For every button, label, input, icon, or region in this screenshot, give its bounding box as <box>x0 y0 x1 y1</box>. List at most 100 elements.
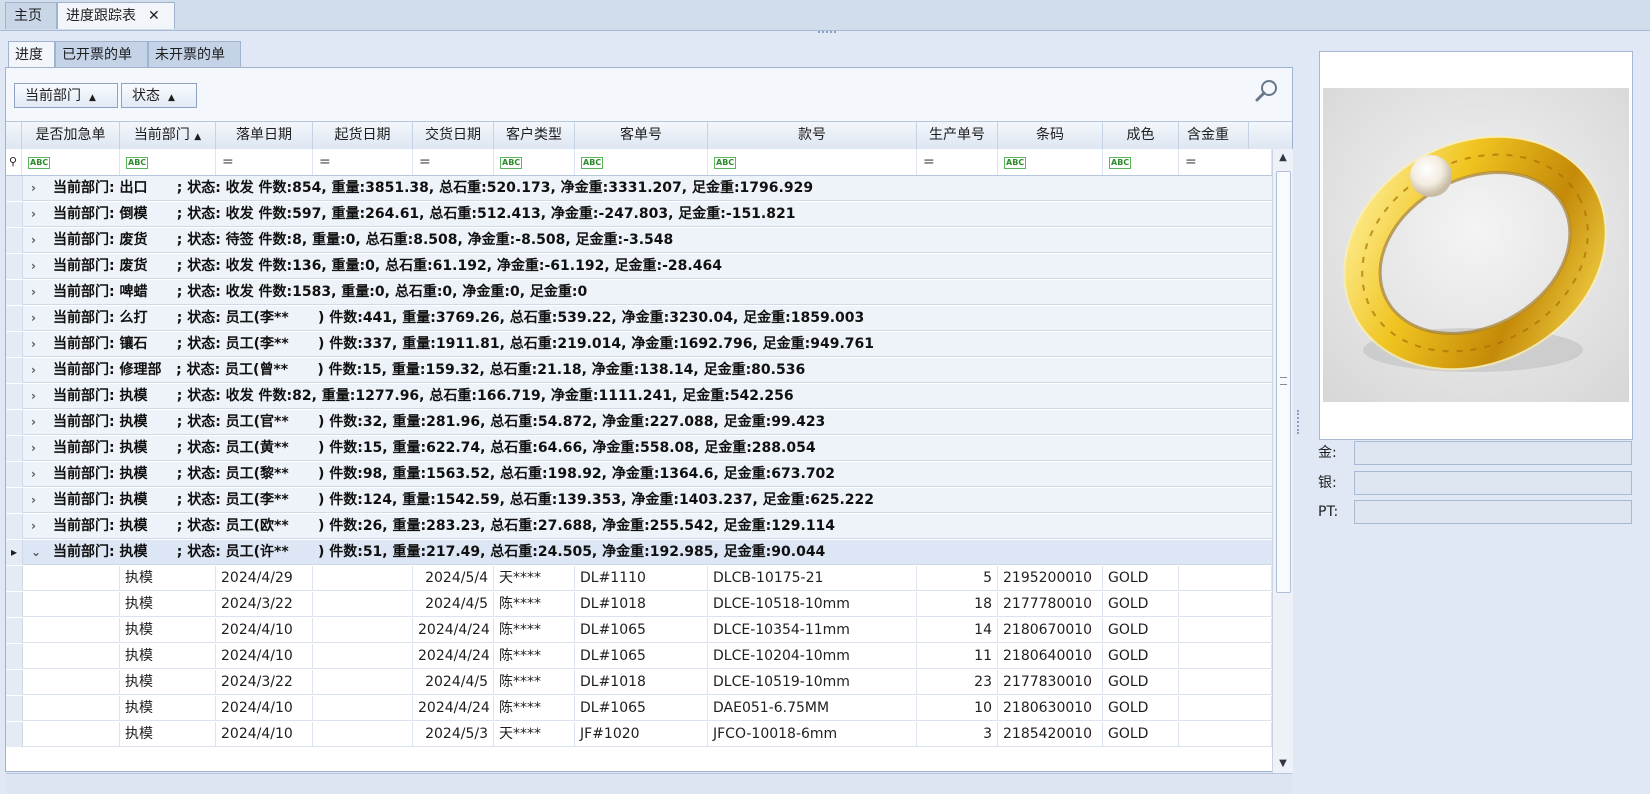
cell-order-date[interactable]: 2024/3/22 <box>216 670 313 695</box>
chevron-right-icon[interactable]: › <box>31 384 36 409</box>
cell-urgent[interactable] <box>22 696 120 721</box>
chevron-down-icon[interactable]: ⌄ <box>31 540 41 565</box>
row-indicator[interactable] <box>6 488 23 513</box>
cell-delivery-date[interactable]: 2024/5/4 <box>413 566 494 591</box>
cell-start-date[interactable] <box>313 618 413 643</box>
cell-customer-order[interactable]: JF#1020 <box>575 722 708 747</box>
chevron-right-icon[interactable]: › <box>31 410 36 435</box>
chevron-right-icon[interactable]: › <box>31 462 36 487</box>
cell-purity[interactable]: GOLD <box>1103 696 1179 721</box>
row-indicator[interactable] <box>6 696 23 721</box>
cell-customer-type[interactable]: 陈**** <box>494 696 575 721</box>
cell-gold-weight[interactable] <box>1179 592 1272 617</box>
cell-department[interactable]: 执模 <box>120 618 216 643</box>
column-header-urgent[interactable]: 是否加急单 <box>22 122 120 149</box>
vertical-scrollbar[interactable]: ▲ ▼ <box>1272 149 1293 773</box>
cell-barcode[interactable]: 2180630010 <box>998 696 1103 721</box>
cell-style-no[interactable]: DLCE-10519-10mm <box>708 670 917 695</box>
row-indicator[interactable] <box>6 722 23 747</box>
cell-delivery-date[interactable]: 2024/4/5 <box>413 592 494 617</box>
cell-customer-order[interactable]: DL#1110 <box>575 566 708 591</box>
cell-gold-weight[interactable] <box>1179 696 1272 721</box>
table-row[interactable]: 执模 2024/4/29 2024/5/4 天**** DL#1110 DLCB-1017… <box>6 566 1272 591</box>
cell-customer-order[interactable]: DL#1018 <box>575 670 708 695</box>
cell-purity[interactable]: GOLD <box>1103 722 1179 747</box>
cell-gold-weight[interactable] <box>1179 644 1272 669</box>
group-by-department-button[interactable]: 当前部门 ▲ <box>14 83 118 108</box>
search-icon[interactable] <box>1254 78 1280 104</box>
cell-style-no[interactable]: DLCE-10354-11mm <box>708 618 917 643</box>
scroll-up-icon[interactable]: ▲ <box>1273 149 1293 167</box>
chevron-right-icon[interactable]: › <box>31 358 36 383</box>
group-row[interactable]: › 当前部门: 啤蜡 ; 状态: 收发 件数:1583, 重量:0, 总石重:0,… <box>6 280 1272 305</box>
cell-production-no[interactable]: 14 <box>917 618 998 643</box>
table-row[interactable]: 执模 2024/4/10 2024/4/24 陈**** DL#1065 DLCE-102… <box>6 644 1272 669</box>
cell-start-date[interactable] <box>313 722 413 747</box>
cell-order-date[interactable]: 2024/4/29 <box>216 566 313 591</box>
tab-progress[interactable]: 进度 <box>8 41 55 68</box>
cell-delivery-date[interactable]: 2024/4/24 <box>413 644 494 669</box>
row-indicator[interactable] <box>6 410 23 435</box>
cell-start-date[interactable] <box>313 592 413 617</box>
cell-customer-type[interactable]: 陈**** <box>494 670 575 695</box>
row-indicator[interactable] <box>6 592 23 617</box>
close-icon[interactable]: ✕ <box>148 8 160 24</box>
cell-department[interactable]: 执模 <box>120 696 216 721</box>
group-row[interactable]: › 当前部门: 废货 ; 状态: 待签 件数:8, 重量:0, 总石重:8.508… <box>6 228 1272 253</box>
cell-start-date[interactable] <box>313 644 413 669</box>
cell-barcode[interactable]: 2180670010 <box>998 618 1103 643</box>
group-row[interactable]: › 当前部门: 镶石 ; 状态: 员工(李** ) 件数:337, 重量:1911… <box>6 332 1272 357</box>
scrollbar-thumb[interactable] <box>1276 171 1291 593</box>
cell-department[interactable]: 执模 <box>120 592 216 617</box>
cell-gold-weight[interactable] <box>1179 670 1272 695</box>
column-header-barcode[interactable]: 条码 <box>998 122 1103 149</box>
cell-barcode[interactable]: 2185420010 <box>998 722 1103 747</box>
row-indicator[interactable] <box>6 332 23 357</box>
cell-delivery-date[interactable]: 2024/4/24 <box>413 618 494 643</box>
filter-cell[interactable]: = <box>216 149 313 175</box>
filter-cell[interactable]: ABC <box>708 149 917 175</box>
cell-purity[interactable]: GOLD <box>1103 592 1179 617</box>
chevron-right-icon[interactable]: › <box>31 202 36 227</box>
filter-cell[interactable]: ABC <box>120 149 216 175</box>
cell-department[interactable]: 执模 <box>120 670 216 695</box>
cell-customer-type[interactable]: 天**** <box>494 722 575 747</box>
panel-splitter[interactable] <box>1297 410 1303 434</box>
filter-cell[interactable]: ABC <box>998 149 1103 175</box>
filter-cell[interactable]: = <box>1179 149 1272 175</box>
cell-purity[interactable]: GOLD <box>1103 566 1179 591</box>
cell-production-no[interactable]: 11 <box>917 644 998 669</box>
filter-cell[interactable]: = <box>313 149 413 175</box>
row-indicator[interactable] <box>6 436 23 461</box>
table-row[interactable]: 执模 2024/4/10 2024/4/24 陈**** DL#1065 DAE051-6… <box>6 696 1272 721</box>
row-indicator[interactable] <box>6 462 23 487</box>
cell-urgent[interactable] <box>22 566 120 591</box>
row-indicator[interactable] <box>6 176 23 201</box>
cell-customer-order[interactable]: DL#1065 <box>575 644 708 669</box>
filter-cell[interactable]: ABC <box>22 149 120 175</box>
cell-start-date[interactable] <box>313 696 413 721</box>
group-row[interactable]: › 当前部门: 倒模 ; 状态: 收发 件数:597, 重量:264.61, 总石… <box>6 202 1272 227</box>
column-header-purity[interactable]: 成色 <box>1103 122 1179 149</box>
chevron-right-icon[interactable]: › <box>31 176 36 201</box>
cell-purity[interactable]: GOLD <box>1103 670 1179 695</box>
chevron-right-icon[interactable]: › <box>31 488 36 513</box>
cell-purity[interactable]: GOLD <box>1103 644 1179 669</box>
cell-production-no[interactable]: 10 <box>917 696 998 721</box>
table-row[interactable]: 执模 2024/3/22 2024/4/5 陈**** DL#1018 DLCE-1051… <box>6 670 1272 695</box>
group-row[interactable]: › 当前部门: 执模 ; 状态: 员工(黎** ) 件数:98, 重量:1563.… <box>6 462 1272 487</box>
tab-uninvoiced[interactable]: 未开票的单 <box>148 41 241 68</box>
cell-start-date[interactable] <box>313 566 413 591</box>
column-header-start-date[interactable]: 起货日期 <box>313 122 413 149</box>
cell-customer-type[interactable]: 天**** <box>494 566 575 591</box>
cell-urgent[interactable] <box>22 670 120 695</box>
scroll-down-icon[interactable]: ▼ <box>1273 755 1293 773</box>
group-row[interactable]: › 当前部门: 修理部 ; 状态: 员工(曾** ) 件数:15, 重量:159.… <box>6 358 1272 383</box>
group-row[interactable]: ▸ ⌄ 当前部门: 执模 ; 状态: 员工(许** ) 件数:51, 重量:217.… <box>6 540 1272 565</box>
cell-delivery-date[interactable]: 2024/5/3 <box>413 722 494 747</box>
chevron-right-icon[interactable]: › <box>31 332 36 357</box>
row-indicator[interactable] <box>6 280 23 305</box>
cell-urgent[interactable] <box>22 592 120 617</box>
cell-customer-type[interactable]: 陈**** <box>494 618 575 643</box>
column-header-gold-weight[interactable]: 含金重 <box>1179 122 1249 149</box>
